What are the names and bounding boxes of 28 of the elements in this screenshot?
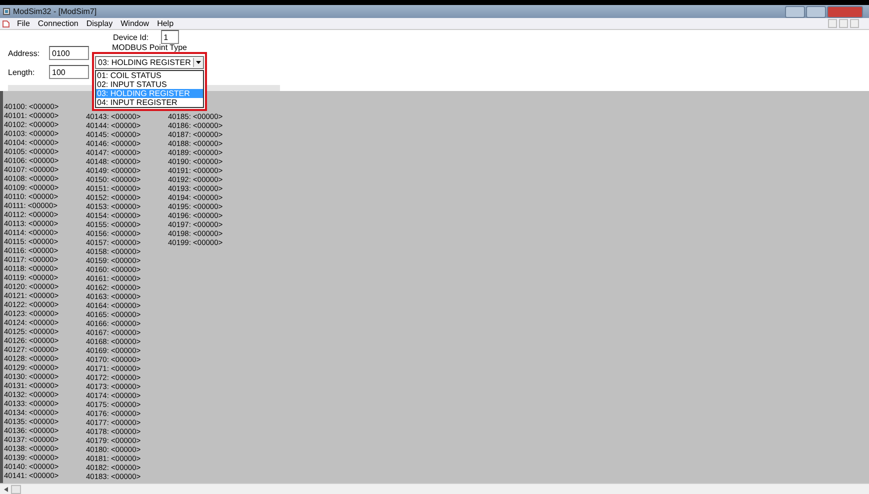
device-id-field[interactable]: 1 — [160, 30, 179, 44]
window-title: ModSim32 - [ModSim7] — [13, 7, 97, 16]
point-type-dropdown[interactable]: 03: HOLDING REGISTER — [95, 56, 204, 69]
menu-item[interactable]: Connection — [36, 19, 80, 28]
maximize-button[interactable] — [806, 6, 826, 18]
app-icon — [3, 8, 10, 15]
scroll-thumb[interactable] — [11, 484, 21, 494]
left-arrow-icon[interactable] — [3, 486, 9, 492]
menu-item[interactable]: Window — [120, 19, 150, 28]
minimize-button[interactable] — [785, 6, 805, 18]
caret-icon — [196, 61, 201, 64]
field-label: MODBUS Point Type — [112, 44, 188, 52]
mdi-minimize-button[interactable] — [828, 19, 837, 28]
length-field[interactable]: 100 — [49, 65, 89, 79]
field-label: Address: — [8, 48, 41, 58]
dropdown-option[interactable]: 02: INPUT STATUS — [96, 80, 203, 89]
address-field[interactable]: 0100 — [49, 46, 89, 60]
mdi-restore-button[interactable] — [839, 19, 848, 28]
horizontal-scrollbar[interactable] — [0, 483, 869, 494]
field-label: Device Id: — [113, 32, 149, 42]
dropdown-option[interactable]: 04: INPUT REGISTER — [96, 98, 203, 107]
mdi-close-button[interactable] — [850, 19, 859, 28]
menu-item[interactable]: Display — [85, 19, 114, 28]
dropdown-option[interactable]: 01: COIL STATUS — [96, 71, 203, 80]
menu-item[interactable]: Help — [156, 19, 175, 28]
field-label: Length: — [8, 68, 36, 76]
menu-item[interactable]: File — [16, 19, 31, 28]
close-button[interactable] — [827, 6, 863, 18]
